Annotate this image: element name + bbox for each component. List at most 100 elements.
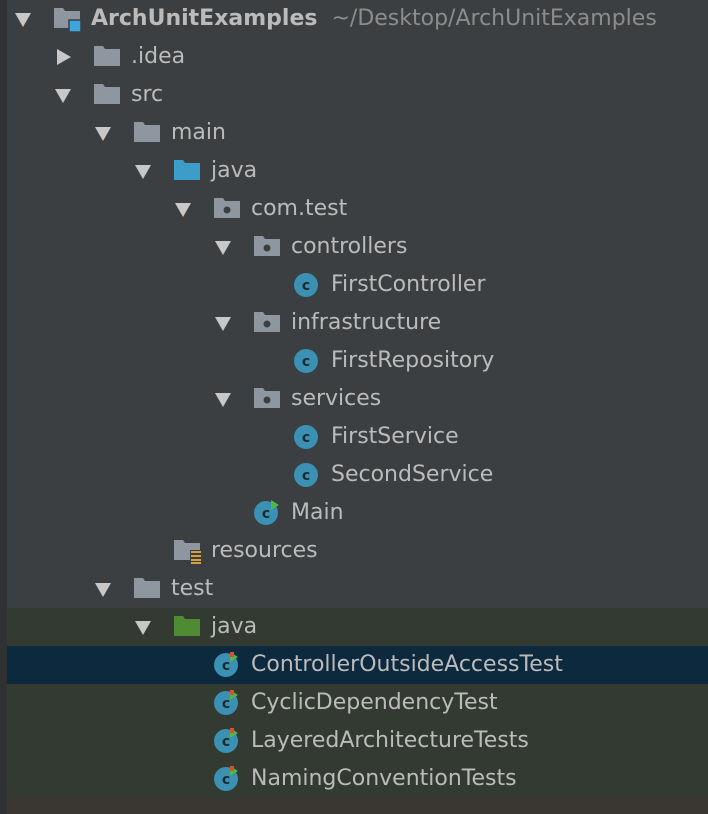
tree-row[interactable]: infrastructure [7, 304, 708, 342]
tree-item-text: .idea [131, 44, 186, 69]
tree-item-label: com.test [251, 196, 347, 222]
resources-folder-icon [173, 537, 203, 569]
tree-row[interactable]: c SecondService [7, 456, 708, 494]
svg-text:c: c [222, 772, 230, 788]
tree-item-label: services [291, 386, 381, 412]
tree-row[interactable]: resources [7, 532, 708, 570]
project-path-hint: ~/Desktop/ArchUnitExamples [331, 6, 657, 31]
svg-text:c: c [222, 658, 230, 674]
tree-item-text: FirstRepository [331, 348, 495, 373]
chevron-down-icon[interactable] [135, 621, 151, 635]
tree-row[interactable]: main [7, 114, 708, 152]
chevron-down-icon[interactable] [135, 165, 151, 179]
svg-text:c: c [222, 734, 230, 750]
tree-row[interactable]: c CyclicDependencyTest [7, 684, 708, 722]
test-class-icon: c [213, 765, 241, 797]
tree-item-label: test [171, 576, 213, 602]
tree-row[interactable]: services [7, 380, 708, 418]
tree-item-label: resources [211, 538, 318, 564]
project-tree: ArchUnitExamples ~/Desktop/ArchUnitExampl… [7, 0, 708, 814]
tree-item-label: java [211, 614, 257, 640]
test-class-icon: c [213, 651, 241, 683]
scrollbar-edge[interactable] [0, 0, 7, 814]
chevron-down-icon[interactable] [95, 583, 111, 597]
svg-text:c: c [222, 696, 230, 712]
tree-item-label: SecondService [331, 462, 493, 488]
tree-item-text: infrastructure [291, 310, 442, 335]
svg-text:c: c [302, 468, 310, 484]
tree-item-text: java [211, 158, 258, 183]
package-icon [253, 233, 281, 261]
tree-item-label: ArchUnitExamples ~/Desktop/ArchUnitExampl… [91, 6, 657, 32]
class-icon: c [293, 271, 321, 303]
test-class-icon: c [213, 689, 241, 721]
tree-item-text: com.test [251, 196, 348, 221]
tree-item-text: java [211, 614, 258, 639]
tree-item-text: Main [291, 500, 344, 525]
tree-row[interactable]: c Main [7, 494, 708, 532]
tree-row[interactable]: ArchUnitExamples ~/Desktop/ArchUnitExampl… [7, 0, 708, 38]
tree-row[interactable]: java [7, 152, 708, 190]
tree-item-text: NamingConventionTests [251, 766, 517, 791]
tree-item-label: FirstController [331, 272, 486, 298]
bottom-strip [7, 798, 708, 814]
tree-row[interactable]: c ControllerOutsideAccessTest [7, 646, 708, 684]
tree-row[interactable]: java [7, 608, 708, 646]
chevron-down-icon[interactable] [215, 241, 231, 255]
class-icon: c [293, 347, 321, 379]
chevron-down-icon[interactable] [215, 393, 231, 407]
main-class-icon: c [253, 499, 281, 531]
svg-text:c: c [302, 430, 310, 446]
chevron-right-icon[interactable] [57, 49, 71, 65]
folder-icon [93, 43, 121, 71]
tree-item-text: services [291, 386, 382, 411]
class-icon: c [293, 461, 321, 493]
tree-row[interactable]: controllers [7, 228, 708, 266]
tree-row[interactable]: c FirstRepository [7, 342, 708, 380]
source-folder-icon [173, 157, 201, 185]
tree-row[interactable]: com.test [7, 190, 708, 228]
tree-row[interactable]: test [7, 570, 708, 608]
chevron-down-icon[interactable] [175, 203, 191, 217]
tree-item-text: FirstController [331, 272, 486, 297]
chevron-down-icon[interactable] [55, 89, 71, 103]
tree-item-label: CyclicDependencyTest [251, 690, 498, 716]
tree-item-label: .idea [131, 44, 185, 70]
tree-row[interactable]: c NamingConventionTests [7, 760, 708, 798]
tree-item-text: src [131, 82, 164, 107]
tree-item-label: FirstService [331, 424, 459, 450]
package-icon [213, 195, 241, 223]
tree-row[interactable]: c FirstController [7, 266, 708, 304]
tree-row[interactable]: src [7, 76, 708, 114]
tree-item-text: controllers [291, 234, 408, 259]
tree-row[interactable]: .idea [7, 38, 708, 76]
tree-item-label: Main [291, 500, 344, 526]
tree-item-text: ArchUnitExamples [91, 6, 318, 31]
tree-item-text: test [171, 576, 214, 601]
package-icon [253, 385, 281, 413]
tree-item-label: src [131, 82, 163, 108]
chevron-down-icon[interactable] [95, 127, 111, 141]
tree-item-label: FirstRepository [331, 348, 494, 374]
test-folder-icon [173, 613, 201, 641]
tree-item-text: SecondService [331, 462, 494, 487]
tree-row[interactable]: c FirstService [7, 418, 708, 456]
chevron-down-icon[interactable] [215, 317, 231, 331]
tree-item-label: LayeredArchitectureTests [251, 728, 529, 754]
tree-item-text: main [171, 120, 226, 145]
svg-text:c: c [262, 506, 270, 522]
tree-row[interactable]: c LayeredArchitectureTests [7, 722, 708, 760]
class-icon: c [293, 423, 321, 455]
package-icon [253, 309, 281, 337]
tree-item-label: ControllerOutsideAccessTest [251, 652, 563, 678]
folder-icon [93, 81, 121, 109]
chevron-down-icon[interactable] [15, 13, 31, 27]
tree-item-label: java [211, 158, 257, 184]
folder-icon [133, 119, 161, 147]
test-class-icon: c [213, 727, 241, 759]
tree-item-text: resources [211, 538, 318, 563]
project-folder-icon [53, 5, 83, 37]
tree-item-text: LayeredArchitectureTests [251, 728, 529, 753]
tree-item-label: NamingConventionTests [251, 766, 517, 792]
svg-text:c: c [302, 354, 310, 370]
